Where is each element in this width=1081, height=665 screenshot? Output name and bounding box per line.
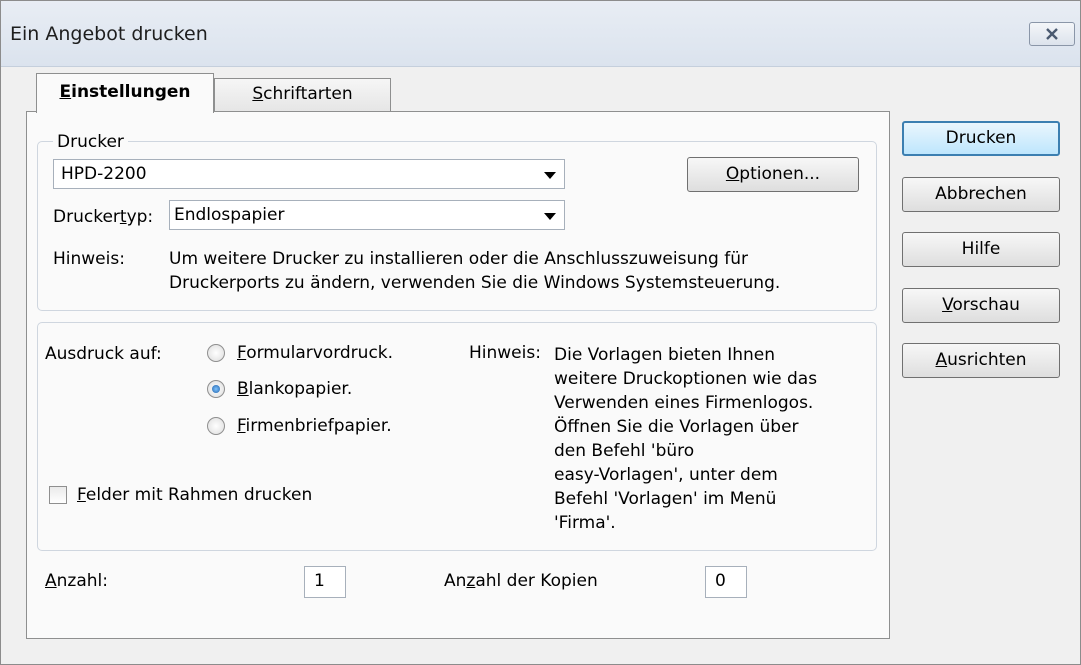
radio-formularvordruck[interactable] — [207, 344, 225, 362]
radio-blankopapier-label[interactable]: Blankopapier. — [237, 379, 352, 399]
template-hint-line: 'Firma'. — [554, 513, 616, 533]
frames-checkbox[interactable] — [49, 486, 67, 504]
tab-schriftarten-mnemonic: S — [252, 84, 264, 104]
close-icon — [1046, 28, 1058, 40]
help-button[interactable]: Hilfe — [902, 232, 1060, 267]
template-hint-label: Hinweis: — [469, 343, 541, 363]
template-hint-line: Öffnen Sie die Vorlagen über — [554, 417, 799, 437]
printer-type-select[interactable]: Endlospapier — [169, 200, 565, 230]
options-button-label: ptionen... — [739, 164, 821, 184]
title-bar: Ein Angebot drucken — [1, 1, 1080, 67]
printer-type-value: Endlospapier — [174, 205, 285, 225]
tab-einstellungen[interactable]: Einstellungen — [36, 73, 214, 113]
preview-button[interactable]: Vorschau — [902, 288, 1060, 323]
printer-hint-line-1: Um weitere Drucker zu installieren oder … — [169, 249, 748, 269]
template-hint-line: Befehl 'Vorlagen' im Menü — [554, 489, 777, 509]
template-hint-line: Die Vorlagen bieten Ihnen — [554, 345, 776, 365]
print-offer-dialog: Ein Angebot drucken Einstellungen Schrif… — [0, 0, 1081, 665]
options-button[interactable]: Optionen... — [687, 157, 859, 192]
close-button[interactable] — [1029, 22, 1075, 46]
printer-select[interactable]: HPD-2200 — [53, 159, 565, 189]
tab-einstellungen-label: instellungen — [71, 82, 191, 102]
chevron-down-icon — [544, 172, 556, 179]
frames-checkbox-label[interactable]: Felder mit Rahmen drucken — [77, 485, 312, 505]
radio-blankopapier[interactable] — [207, 380, 225, 398]
output-label: Ausdruck auf: — [45, 344, 162, 364]
printer-hint-line-2: Druckerports zu ändern, verwenden Sie di… — [169, 273, 781, 293]
radio-firmenbriefpapier-label[interactable]: Firmenbriefpapier. — [237, 416, 392, 436]
align-button[interactable]: Ausrichten — [902, 343, 1060, 378]
printer-hint-label: Hinweis: — [53, 249, 125, 269]
radio-firmenbriefpapier[interactable] — [207, 417, 225, 435]
template-hint-line: weitere Druckoptionen wie das — [554, 369, 818, 389]
count-label: Anzahl: — [45, 571, 108, 591]
printer-type-label: Druckertyp: — [53, 207, 154, 227]
print-button[interactable]: Drucken — [902, 121, 1060, 156]
cancel-button[interactable]: Abbrechen — [902, 177, 1060, 212]
radio-formularvordruck-label[interactable]: Formularvordruck. — [237, 343, 393, 363]
printer-group-label: Drucker — [53, 132, 128, 152]
copies-label: Anzahl der Kopien — [444, 571, 598, 591]
count-input[interactable]: 1 — [304, 566, 346, 598]
options-button-mnemonic: O — [725, 164, 740, 184]
chevron-down-icon — [544, 213, 556, 220]
copies-input[interactable]: 0 — [705, 566, 747, 598]
window-title: Ein Angebot drucken — [10, 23, 208, 45]
tab-schriftarten[interactable]: Schriftarten — [214, 78, 391, 111]
printer-select-value: HPD-2200 — [61, 164, 147, 184]
tab-einstellungen-mnemonic: E — [59, 82, 72, 102]
template-hint-line: den Befehl 'büro — [554, 441, 695, 461]
template-hint-text: Die Vorlagen bieten Ihnen weitere Drucko… — [554, 343, 817, 535]
template-hint-line: easy-Vorlagen', unter dem — [554, 465, 778, 485]
tab-schriftarten-label: chriftarten — [263, 84, 353, 104]
template-hint-line: Verwenden eines Firmenlogos. — [554, 393, 814, 413]
